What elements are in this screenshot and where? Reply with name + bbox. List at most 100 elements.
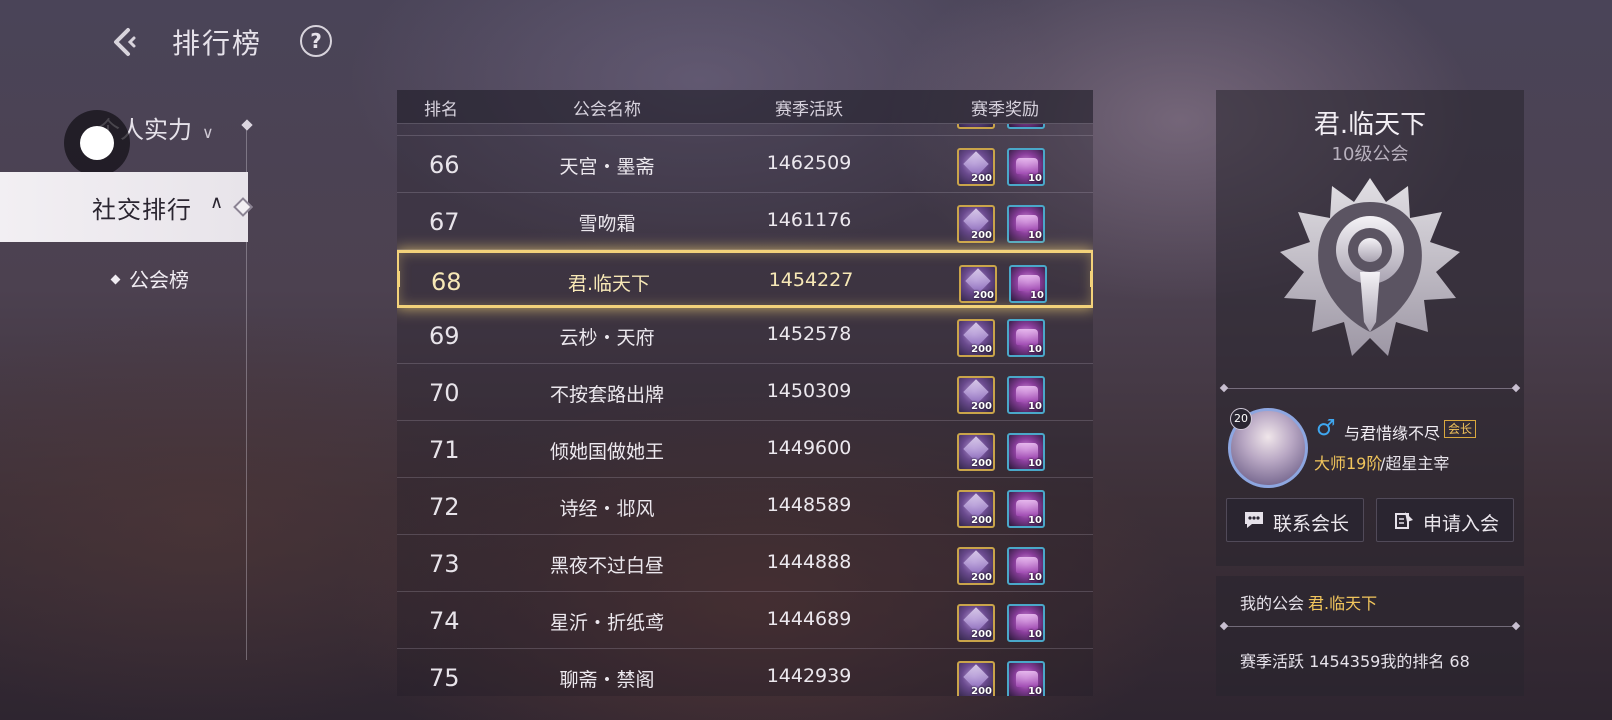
- rank-cell: 75: [429, 664, 460, 692]
- my-guild-stats: 赛季活跃 1454359我的排名 68: [1240, 652, 1470, 671]
- activity-cell: 1442939: [766, 665, 852, 687]
- table-row[interactable]: 70 不按套路出牌 1450309 200 10: [397, 364, 1093, 421]
- table-row[interactable]: 73 黑夜不过白昼 1444888 200 10: [397, 535, 1093, 592]
- rank-cell: 66: [429, 151, 460, 179]
- reward-quantity: 10: [1028, 572, 1042, 583]
- leader-rank-tier: /超星主宰: [1380, 454, 1450, 473]
- reward-gem-icon[interactable]: 200: [957, 547, 995, 585]
- activity-cell: 1461176: [766, 209, 852, 231]
- reward-chest-icon[interactable]: [1007, 124, 1045, 129]
- reward-chest-icon[interactable]: 10: [1007, 319, 1045, 357]
- activity-cell: 1454227: [768, 269, 854, 291]
- my-guild-panel: 我的公会 君.临天下 赛季活跃 1454359我的排名 68: [1216, 576, 1524, 696]
- panel-divider: [1224, 626, 1516, 627]
- column-header-rank: 排名: [424, 100, 458, 120]
- reward-gem-icon[interactable]: [957, 124, 995, 129]
- guild-name-cell: 黑夜不过白昼: [549, 555, 664, 577]
- back-button[interactable]: [104, 22, 144, 62]
- reward-chest-icon[interactable]: 10: [1007, 205, 1045, 243]
- reward-chest-icon[interactable]: 10: [1007, 661, 1045, 696]
- guild-name-cell: 聊斋・禁阁: [559, 669, 655, 691]
- page-title: 排行榜: [172, 27, 263, 60]
- button-label: 申请入会: [1423, 513, 1500, 535]
- nav-item-social-ranking[interactable]: 社交排行 ∧: [0, 172, 248, 242]
- activity-cell: 1444689: [766, 608, 852, 630]
- reward-quantity: 200: [971, 401, 992, 412]
- selection-marker-right-icon: [1081, 271, 1093, 287]
- reward-gem-icon[interactable]: 200: [957, 148, 995, 186]
- rank-cell: 68: [431, 268, 462, 296]
- table-row-partial: [397, 124, 1093, 136]
- reward-quantity: 10: [1028, 401, 1042, 412]
- bullet-diamond-icon: [110, 274, 121, 285]
- rank-cell: 69: [429, 322, 460, 350]
- guild-info-panel: 君.临天下 10级公会 20 ♂ 与君惜缘不尽 会长 大师19阶 /超星主宰 联…: [1216, 90, 1524, 566]
- table-row[interactable]: 74 星沂・折纸鸢 1444689 200 10: [397, 592, 1093, 649]
- leader-rank: 大师19阶: [1314, 454, 1383, 473]
- rank-cell: 73: [429, 550, 460, 578]
- reward-chest-icon[interactable]: 10: [1007, 547, 1045, 585]
- guild-name-cell: 雪吻霜: [578, 213, 636, 235]
- reward-quantity: 200: [971, 686, 992, 696]
- reward-quantity: 10: [1028, 686, 1042, 696]
- reward-chest-icon[interactable]: 10: [1009, 265, 1047, 303]
- contact-leader-button[interactable]: 联系会长: [1226, 498, 1364, 542]
- help-button[interactable]: ?: [300, 25, 332, 57]
- guild-name: 君.临天下: [1313, 110, 1427, 140]
- reward-quantity: 10: [1028, 173, 1042, 184]
- leader-role-badge: 会长: [1444, 420, 1477, 438]
- reward-gem-icon[interactable]: 200: [957, 433, 995, 471]
- table-row[interactable]: 72 诗经・邶风 1448589 200 10: [397, 478, 1093, 535]
- chevron-up-icon: ∧: [210, 192, 224, 213]
- reward-quantity: 10: [1028, 515, 1042, 526]
- panel-divider: [1224, 388, 1516, 389]
- reward-chest-icon[interactable]: 10: [1007, 148, 1045, 186]
- selection-marker-left-icon: [397, 271, 409, 287]
- rank-cell: 72: [429, 493, 460, 521]
- nav-item-label: 公会榜: [129, 268, 189, 292]
- activity-cell: 1462509: [766, 152, 852, 174]
- reward-quantity: 10: [1028, 629, 1042, 640]
- reward-chest-icon[interactable]: 10: [1007, 604, 1045, 642]
- guild-name-cell: 云杪・天府: [559, 327, 655, 349]
- nav-diamond-icon: [241, 119, 253, 131]
- table-row[interactable]: 71 倾她国做她王 1449600 200 10: [397, 421, 1093, 478]
- rank-cell: 71: [429, 436, 460, 464]
- reward-gem-icon[interactable]: 200: [957, 604, 995, 642]
- my-guild-label: 我的公会: [1240, 594, 1305, 613]
- reward-gem-icon[interactable]: 200: [957, 319, 995, 357]
- guild-emblem-icon: [1280, 178, 1460, 356]
- reward-chest-icon[interactable]: 10: [1007, 376, 1045, 414]
- table-row[interactable]: 66 天宫・墨斋 1462509 200 10: [397, 136, 1093, 193]
- reward-chest-icon[interactable]: 10: [1007, 433, 1045, 471]
- reward-chest-icon[interactable]: 10: [1007, 490, 1045, 528]
- leader-name: 与君惜缘不尽: [1344, 424, 1441, 443]
- reward-gem-icon[interactable]: 200: [957, 205, 995, 243]
- table-row[interactable]: 69 云杪・天府 1452578 200 10: [397, 307, 1093, 364]
- guild-name-cell: 星沂・折纸鸢: [549, 612, 664, 634]
- table-row[interactable]: 75 聊斋・禁阁 1442939 200 10: [397, 649, 1093, 696]
- guild-name-cell: 不按套路出牌: [549, 384, 664, 406]
- reward-gem-icon[interactable]: 200: [959, 265, 997, 303]
- apply-join-button[interactable]: 申请入会: [1376, 498, 1514, 542]
- reward-gem-icon[interactable]: 200: [957, 376, 995, 414]
- guild-level: 10级公会: [1331, 144, 1409, 165]
- reward-quantity: 200: [971, 344, 992, 355]
- activity-cell: 1450309: [766, 380, 852, 402]
- male-gender-icon: ♂: [1316, 416, 1336, 441]
- guild-name-cell: 君.临天下: [567, 273, 651, 295]
- my-guild-line: 我的公会 君.临天下: [1240, 590, 1377, 614]
- reward-gem-icon[interactable]: 200: [957, 661, 995, 696]
- reward-quantity: 200: [971, 230, 992, 241]
- table-row-selected[interactable]: 68 君.临天下 1454227 200 10: [397, 250, 1093, 308]
- table-row[interactable]: 67 雪吻霜 1461176 200 10: [397, 193, 1093, 250]
- nav-item-guild-ranking[interactable]: 公会榜: [110, 264, 189, 293]
- table-body[interactable]: 66 天宫・墨斋 1462509 200 10 67 雪吻霜 1461176 200 10 68 君.…: [397, 124, 1093, 696]
- reward-quantity: 200: [971, 629, 992, 640]
- chevron-down-icon: ∨: [202, 123, 214, 142]
- reward-quantity: 10: [1028, 344, 1042, 355]
- reward-gem-icon[interactable]: 200: [957, 490, 995, 528]
- reward-quantity: 10: [1028, 230, 1042, 241]
- my-guild-name: 君.临天下: [1308, 594, 1378, 613]
- reward-quantity: 200: [971, 515, 992, 526]
